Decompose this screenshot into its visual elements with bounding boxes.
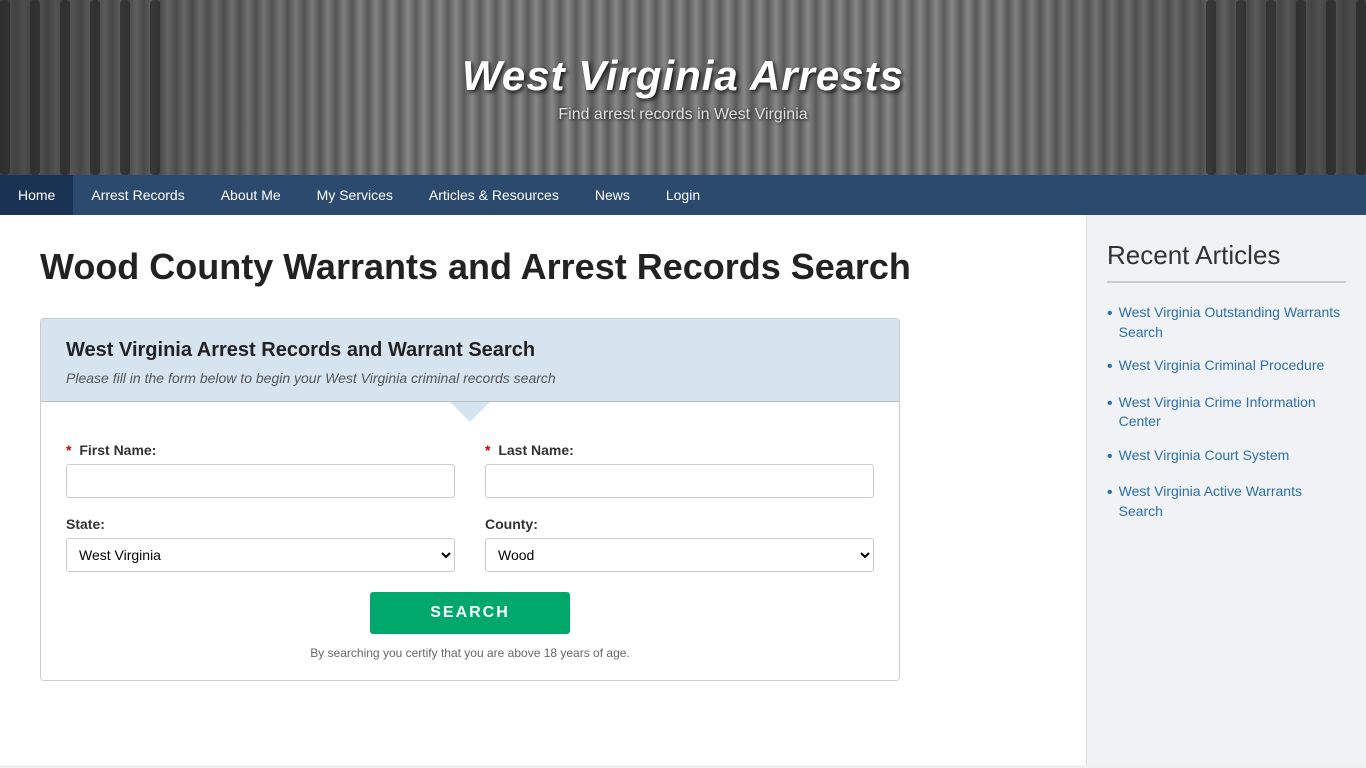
list-item: • West Virginia Criminal Procedure xyxy=(1107,356,1346,378)
article-link-2[interactable]: West Virginia Criminal Procedure xyxy=(1119,356,1325,376)
triangle-pointer xyxy=(450,402,490,422)
search-box-subtext: Please fill in the form below to begin y… xyxy=(66,370,874,386)
last-name-label: * Last Name: xyxy=(485,442,874,458)
search-box-heading: West Virginia Arrest Records and Warrant… xyxy=(66,339,874,362)
nav-home[interactable]: Home xyxy=(0,175,73,215)
site-title: West Virginia Arrests xyxy=(462,52,904,100)
search-disclaimer: By searching you certify that you are ab… xyxy=(66,646,874,660)
search-form: * First Name: * Last Name: xyxy=(41,422,899,680)
last-name-input[interactable] xyxy=(485,464,874,498)
search-box: West Virginia Arrest Records and Warrant… xyxy=(40,318,900,681)
bullet-icon: • xyxy=(1107,303,1113,325)
first-name-input[interactable] xyxy=(66,464,455,498)
search-box-header: West Virginia Arrest Records and Warrant… xyxy=(41,319,899,402)
recent-articles-list: • West Virginia Outstanding Warrants Sea… xyxy=(1107,303,1346,521)
bullet-icon: • xyxy=(1107,482,1113,504)
nav-about-me[interactable]: About Me xyxy=(203,175,299,215)
first-name-label: * First Name: xyxy=(66,442,455,458)
site-subtitle: Find arrest records in West Virginia xyxy=(462,106,904,124)
article-link-3[interactable]: West Virginia Crime Information Center xyxy=(1119,393,1346,432)
bullet-icon: • xyxy=(1107,393,1113,415)
state-group: State: West Virginia xyxy=(66,516,455,572)
county-select[interactable]: Wood xyxy=(485,538,874,572)
main-nav: Home Arrest Records About Me My Services… xyxy=(0,175,1366,215)
list-item: • West Virginia Active Warrants Search xyxy=(1107,482,1346,521)
list-item: • West Virginia Court System xyxy=(1107,446,1346,468)
sidebar: Recent Articles • West Virginia Outstand… xyxy=(1086,215,1366,765)
content-area: Wood County Warrants and Arrest Records … xyxy=(0,215,1086,765)
name-row: * First Name: * Last Name: xyxy=(66,442,874,498)
state-label: State: xyxy=(66,516,455,532)
hero-banner: West Virginia Arrests Find arrest record… xyxy=(0,0,1366,175)
main-wrapper: Wood County Warrants and Arrest Records … xyxy=(0,215,1366,765)
left-bars xyxy=(0,0,160,175)
list-item: • West Virginia Outstanding Warrants Sea… xyxy=(1107,303,1346,342)
article-link-4[interactable]: West Virginia Court System xyxy=(1119,446,1290,466)
sidebar-title: Recent Articles xyxy=(1107,240,1346,283)
last-name-group: * Last Name: xyxy=(485,442,874,498)
county-group: County: Wood xyxy=(485,516,874,572)
bullet-icon: • xyxy=(1107,356,1113,378)
location-row: State: West Virginia County: Wood xyxy=(66,516,874,572)
first-name-group: * First Name: xyxy=(66,442,455,498)
search-button[interactable]: SEARCH xyxy=(370,592,570,634)
list-item: • West Virginia Crime Information Center xyxy=(1107,393,1346,432)
page-title: Wood County Warrants and Arrest Records … xyxy=(40,245,1046,288)
county-label: County: xyxy=(485,516,874,532)
nav-login[interactable]: Login xyxy=(648,175,718,215)
nav-my-services[interactable]: My Services xyxy=(299,175,411,215)
last-name-required: * xyxy=(485,442,490,458)
hero-text: West Virginia Arrests Find arrest record… xyxy=(462,52,904,124)
search-btn-row: SEARCH xyxy=(66,592,874,634)
nav-articles-resources[interactable]: Articles & Resources xyxy=(411,175,577,215)
article-link-5[interactable]: West Virginia Active Warrants Search xyxy=(1119,482,1346,521)
right-bars xyxy=(1206,0,1366,175)
state-select[interactable]: West Virginia xyxy=(66,538,455,572)
article-link-1[interactable]: West Virginia Outstanding Warrants Searc… xyxy=(1119,303,1346,342)
nav-news[interactable]: News xyxy=(577,175,648,215)
nav-arrest-records[interactable]: Arrest Records xyxy=(73,175,202,215)
first-name-required: * xyxy=(66,442,71,458)
bullet-icon: • xyxy=(1107,446,1113,468)
